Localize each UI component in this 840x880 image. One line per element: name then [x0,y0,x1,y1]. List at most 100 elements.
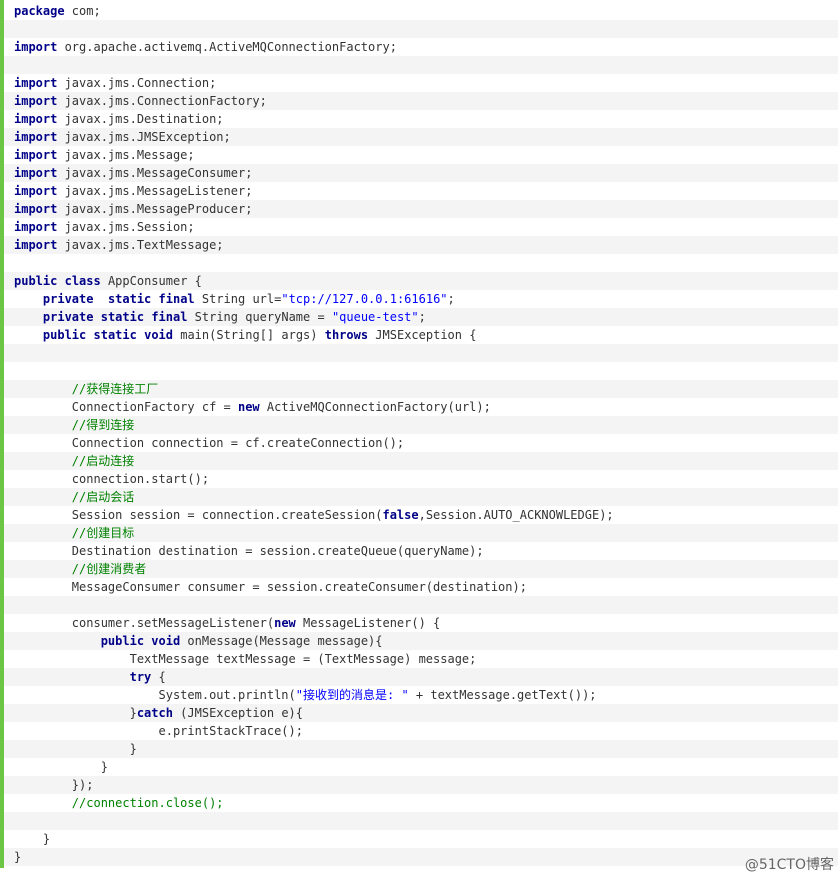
code-keyword: class [64,274,101,288]
code-string: "tcp://127.0.0.1:61616" [281,292,448,306]
code-keyword: final [158,292,195,306]
code-keyword: throws [324,328,369,342]
code-text: onMessage(Message message){ [180,634,383,648]
code-keyword: final [151,310,188,324]
code-keyword: import [14,148,58,162]
code-line: import javax.jms.ConnectionFactory; [4,92,838,110]
code-line: //启动连接 [4,452,838,470]
code-line: //创建消费者 [4,560,838,578]
code-keyword: import [14,238,58,252]
code-line: ConnectionFactory cf = new ActiveMQConne… [4,398,838,416]
code-line: MessageConsumer consumer = session.creat… [4,578,838,596]
code-line: }); [4,776,838,794]
code-keyword: import [14,130,58,144]
code-line: private static final String url="tcp://1… [4,290,838,308]
code-line [4,362,838,380]
code-line: import javax.jms.MessageProducer; [4,200,838,218]
code-keyword: private [42,310,94,324]
code-text: javax.jms.MessageConsumer; [57,166,253,180]
code-line: System.out.println("接收到的消息是: " + textMes… [4,686,838,704]
code-keyword: import [14,202,58,216]
code-comment: //启动会话 [71,490,135,504]
code-line [4,254,838,272]
code-line [4,20,838,38]
code-text: TextMessage textMessage = (TextMessage) … [14,652,477,666]
code-text: com; [64,4,101,18]
code-line: //创建目标 [4,524,838,542]
code-keyword: catch [136,706,173,720]
code-keyword: import [14,40,58,54]
code-text: (JMSException e){ [172,706,303,720]
code-text: ActiveMQConnectionFactory(url); [259,400,491,414]
code-line: public static void main(String[] args) t… [4,326,838,344]
code-text: javax.jms.Session; [57,220,195,234]
code-text: } [14,706,137,720]
code-line: } [4,758,838,776]
code-line: import javax.jms.TextMessage; [4,236,838,254]
code-line: Destination destination = session.create… [4,542,838,560]
code-text: MessageListener() { [295,616,441,630]
code-text: main(String[] args) [173,328,325,342]
code-keyword: void [144,328,173,342]
code-line [4,596,838,614]
code-line: import javax.jms.Destination; [4,110,838,128]
code-line: } [4,830,838,848]
code-line: //获得连接工厂 [4,380,838,398]
code-line: import org.apache.activemq.ActiveMQConne… [4,38,838,56]
code-text: MessageConsumer consumer = session.creat… [14,580,527,594]
code-text: AppConsumer { [100,274,202,288]
code-keyword: new [237,400,260,414]
code-line: import javax.jms.Message; [4,146,838,164]
code-comment: //得到连接 [71,418,135,432]
code-keyword: new [274,616,296,630]
code-text: JMSException { [368,328,477,342]
code-line: import javax.jms.JMSException; [4,128,838,146]
code-block: package com; import org.apache.activemq.… [0,0,840,868]
code-text: ; [447,292,455,306]
code-text: javax.jms.Destination; [57,112,224,126]
code-keyword: import [14,184,58,198]
code-line: import javax.jms.MessageListener; [4,182,838,200]
code-text: Connection connection = cf.createConnect… [14,436,405,450]
code-line: }catch (JMSException e){ [4,704,838,722]
code-keyword: import [14,166,58,180]
code-text: } [14,850,22,864]
code-line: connection.start(); [4,470,838,488]
code-line: e.printStackTrace(); [4,722,838,740]
code-keyword: package [14,4,65,18]
code-line: consumer.setMessageListener(new MessageL… [4,614,838,632]
code-lines: package com; import org.apache.activemq.… [4,2,838,866]
code-line: import javax.jms.Session; [4,218,838,236]
code-line: //启动会话 [4,488,838,506]
code-line: Connection connection = cf.createConnect… [4,434,838,452]
code-comment: //启动连接 [71,454,135,468]
code-line: private static final String queryName = … [4,308,838,326]
code-string: "接收到的消息是: " [295,688,409,702]
code-text: String queryName = [187,310,332,324]
code-line [4,56,838,74]
code-text: javax.jms.JMSException; [57,130,231,144]
code-text: } [14,760,108,774]
code-text: String url= [194,292,282,306]
code-comment: //connection.close(); [71,796,224,810]
code-text: org.apache.activemq.ActiveMQConnectionFa… [57,40,397,54]
code-text: javax.jms.Connection; [57,76,217,90]
code-text: consumer.setMessageListener( [14,616,275,630]
code-text: System.out.println( [14,688,296,702]
code-keyword: false [382,508,419,522]
code-text: ; [418,310,426,324]
code-comment: //获得连接工厂 [71,382,159,396]
code-line: import javax.jms.MessageConsumer; [4,164,838,182]
